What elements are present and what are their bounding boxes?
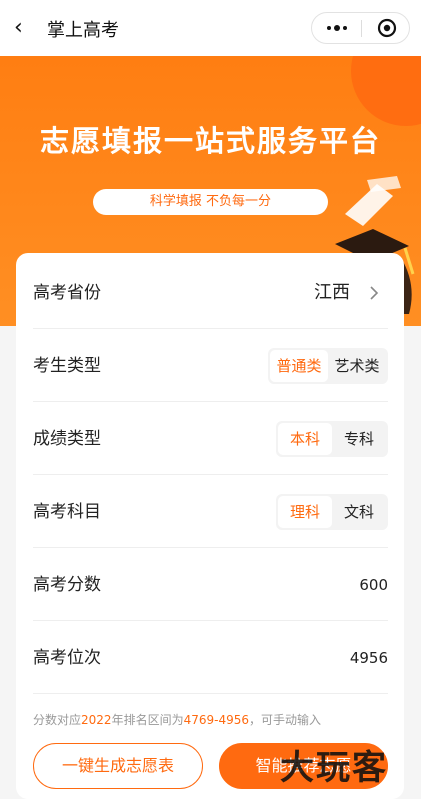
score-label: 高考分数: [33, 575, 101, 595]
subject-toggle: 理科 文科: [276, 494, 388, 530]
subject-label: 高考科目: [33, 502, 101, 522]
student-type-row: 考生类型 普通类 艺术类: [33, 330, 388, 402]
banner-headline: 志愿填报一站式服务平台: [39, 124, 381, 158]
hint-suffix: ，可手动输入: [249, 713, 322, 727]
score-type-option-college[interactable]: 专科: [332, 423, 386, 455]
hint-range: 4769-4956: [183, 713, 249, 727]
top-nav-bar: ‹ 掌上高考: [0, 0, 421, 56]
chevron-right-icon: [370, 286, 379, 300]
student-type-toggle: 普通类 艺术类: [268, 348, 388, 384]
score-row: 高考分数 600: [33, 549, 388, 621]
student-type-option-regular[interactable]: 普通类: [270, 350, 328, 382]
hint-year: 2022: [81, 713, 112, 727]
back-arrow-icon[interactable]: ‹: [14, 14, 38, 42]
student-type-option-art[interactable]: 艺术类: [328, 350, 386, 382]
subject-option-science[interactable]: 理科: [278, 496, 332, 528]
score-type-option-undergrad[interactable]: 本科: [278, 423, 332, 455]
banner-slogan: 科学填报 不负每一分: [93, 189, 328, 215]
score-type-label: 成绩类型: [33, 429, 101, 449]
watermark-logo: 大玩客: [280, 748, 388, 788]
rank-input[interactable]: 4956: [350, 622, 388, 694]
student-type-label: 考生类型: [33, 356, 101, 376]
form-card: 高考省份 江西 考生类型 普通类 艺术类 成绩类型 本科 专科 高考科目 理科 …: [16, 253, 404, 799]
score-input[interactable]: 600: [359, 549, 388, 621]
generate-table-button[interactable]: 一键生成志愿表: [33, 743, 203, 789]
province-value: 江西: [314, 282, 350, 303]
target-close-icon[interactable]: [377, 18, 397, 38]
mini-program-capsule: [311, 12, 410, 44]
rank-hint: 分数对应2022年排名区间为4769-4956，可手动输入: [33, 711, 321, 728]
score-type-toggle: 本科 专科: [276, 421, 388, 457]
hint-middle: 年排名区间为: [111, 713, 184, 727]
rank-row: 高考位次 4956: [33, 622, 388, 694]
capsule-divider: [361, 20, 362, 37]
hint-prefix: 分数对应: [33, 713, 82, 727]
rank-label: 高考位次: [33, 648, 101, 668]
subject-row: 高考科目 理科 文科: [33, 476, 388, 548]
more-dots-icon[interactable]: [312, 13, 361, 43]
banner-decor-circle: [351, 56, 421, 126]
province-label: 高考省份: [33, 283, 101, 303]
province-row[interactable]: 高考省份 江西: [33, 257, 388, 329]
score-type-row: 成绩类型 本科 专科: [33, 403, 388, 475]
subject-option-arts[interactable]: 文科: [332, 496, 386, 528]
page-title: 掌上高考: [47, 20, 119, 41]
